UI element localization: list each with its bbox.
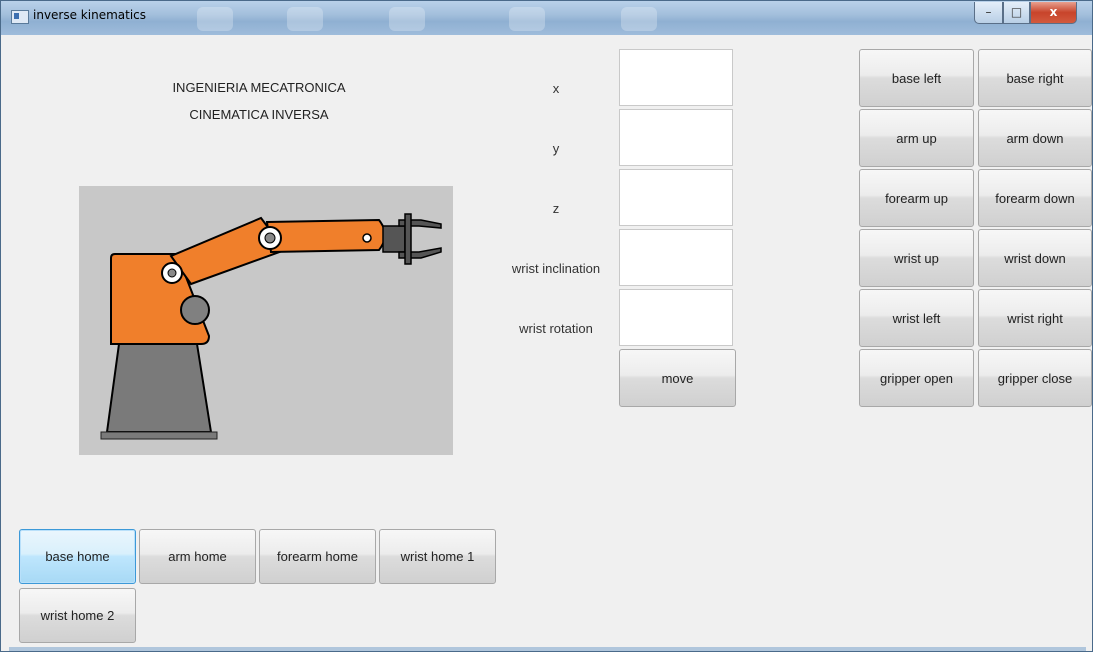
wrist-rotation-input[interactable] — [619, 289, 733, 346]
forearm-down-button[interactable]: forearm down — [978, 169, 1092, 227]
wrist-up-button[interactable]: wrist up — [859, 229, 974, 287]
app-window: inverse kinematics – □ x INGENIERIA MECA… — [0, 0, 1093, 652]
forearm-up-button[interactable]: forearm up — [859, 169, 974, 227]
base-right-button[interactable]: base right — [978, 49, 1092, 107]
client-area: INGENIERIA MECATRONICA CINEMATICA INVERS… — [9, 35, 1092, 647]
window-title: inverse kinematics — [33, 8, 147, 22]
heading-line-1: INGENIERIA MECATRONICA — [172, 80, 346, 95]
arm-up-button[interactable]: arm up — [859, 109, 974, 167]
wrist-inclination-input[interactable] — [619, 229, 733, 286]
wrist-left-button[interactable]: wrist left — [859, 289, 974, 347]
window-bottom-border — [9, 647, 1086, 651]
taskbar-ghost-icon — [621, 7, 657, 31]
close-button[interactable]: x — [1030, 2, 1077, 24]
taskbar-ghost-icon — [197, 7, 233, 31]
taskbar-ghost-icon — [389, 7, 425, 31]
z-label: z — [552, 201, 560, 216]
gripper-open-button[interactable]: gripper open — [859, 349, 974, 407]
maximize-button[interactable]: □ — [1003, 2, 1030, 24]
x-input[interactable] — [619, 49, 733, 106]
base-left-button[interactable]: base left — [859, 49, 974, 107]
title-bar[interactable]: inverse kinematics – □ x — [1, 1, 1092, 35]
wrist-rotation-label: wrist rotation — [519, 321, 593, 336]
minimize-button[interactable]: – — [974, 2, 1003, 24]
forearm-home-button[interactable]: forearm home — [259, 529, 376, 584]
y-input[interactable] — [619, 109, 733, 166]
arm-home-button[interactable]: arm home — [139, 529, 256, 584]
move-button[interactable]: move — [619, 349, 736, 407]
taskbar-ghost-icon — [509, 7, 545, 31]
robot-arm-illustration — [100, 213, 442, 440]
heading-line-2: CINEMATICA INVERSA — [189, 107, 329, 122]
y-label: y — [552, 141, 560, 156]
wrist-home-2-button[interactable]: wrist home 2 — [19, 588, 136, 643]
app-window-icon — [11, 10, 29, 24]
wrist-inclination-label: wrist inclination — [511, 261, 601, 276]
x-label: x — [552, 81, 560, 96]
wrist-home-1-button[interactable]: wrist home 1 — [379, 529, 496, 584]
taskbar-ghost-icon — [287, 7, 323, 31]
base-home-button[interactable]: base home — [19, 529, 136, 584]
arm-down-button[interactable]: arm down — [978, 109, 1092, 167]
z-input[interactable] — [619, 169, 733, 226]
wrist-down-button[interactable]: wrist down — [978, 229, 1092, 287]
gripper-close-button[interactable]: gripper close — [978, 349, 1092, 407]
wrist-right-button[interactable]: wrist right — [978, 289, 1092, 347]
robot-arm-image — [79, 186, 453, 455]
